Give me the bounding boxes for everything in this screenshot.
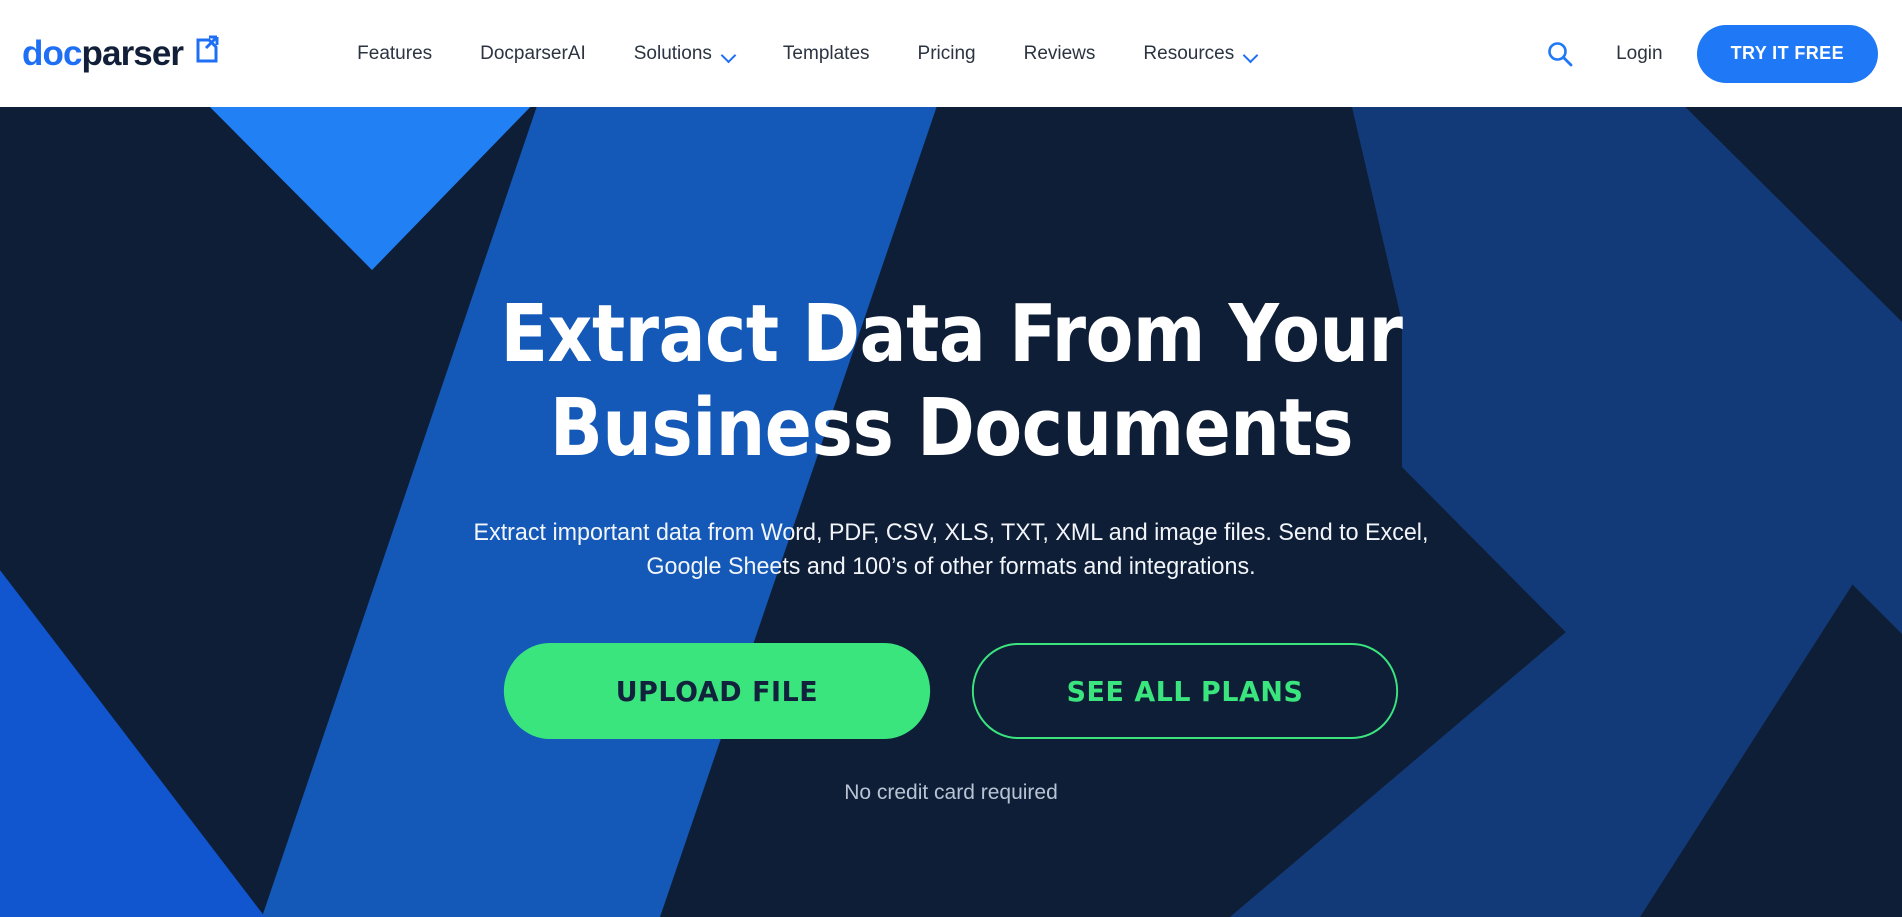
page-title: Extract Data From Your Business Document…	[500, 295, 1402, 468]
hero-content: Extract Data From Your Business Document…	[0, 107, 1902, 917]
search-icon[interactable]	[1534, 28, 1586, 80]
logo-text: docparser	[22, 34, 185, 73]
header-actions: Login TRY IT FREE	[1534, 24, 1878, 83]
nav-label: Solutions	[633, 42, 712, 64]
nav-item-templates[interactable]: Templates	[759, 43, 894, 65]
nav-label: Features	[357, 42, 433, 64]
subheading-line-2: Google Sheets and 100’s of other formats…	[646, 552, 1256, 580]
nav-label: Resources	[1143, 42, 1235, 64]
try-it-free-button[interactable]: TRY IT FREE	[1696, 24, 1878, 83]
nav-item-solutions[interactable]: Solutions	[610, 43, 759, 65]
nav-item-pricing[interactable]: Pricing	[894, 43, 1000, 65]
nav-item-reviews[interactable]: Reviews	[1000, 43, 1120, 65]
upload-file-button[interactable]: UPLOAD FILE	[503, 643, 931, 740]
nav-label: Templates	[782, 42, 870, 64]
headline-line-2: Business Documents	[549, 382, 1353, 474]
headline-line-1: Extract Data From Your	[500, 288, 1402, 380]
main-navigation: Features DocparserAI Solutions Templates…	[333, 43, 1281, 65]
hero-subheading: Extract important data from Word, PDF, C…	[466, 516, 1436, 583]
nav-item-docparserai[interactable]: DocparserAI	[456, 43, 610, 65]
subheading-line-1: Extract important data from Word, PDF, C…	[473, 519, 1429, 546]
logo[interactable]: docparser	[22, 34, 221, 73]
site-header: docparser Features DocparserAI Solutions…	[0, 0, 1902, 107]
nav-item-features[interactable]: Features	[333, 43, 456, 65]
nav-label: DocparserAI	[480, 42, 586, 64]
login-link[interactable]: Login	[1616, 43, 1663, 65]
nav-item-resources[interactable]: Resources	[1119, 43, 1281, 65]
chevron-down-icon	[722, 50, 735, 58]
chevron-down-icon	[1244, 50, 1257, 58]
nav-label: Pricing	[917, 42, 976, 64]
nav-label: Reviews	[1023, 42, 1096, 64]
document-export-icon	[191, 34, 221, 69]
hero-section: Extract Data From Your Business Document…	[0, 107, 1902, 917]
logo-text-doc: doc	[22, 34, 82, 73]
see-all-plans-button[interactable]: SEE ALL PLANS	[971, 643, 1399, 740]
hero-cta-row: UPLOAD FILE SEE ALL PLANS	[495, 643, 1407, 740]
logo-text-parser: parser	[81, 34, 185, 73]
no-credit-card-note: No credit card required	[844, 781, 1058, 805]
